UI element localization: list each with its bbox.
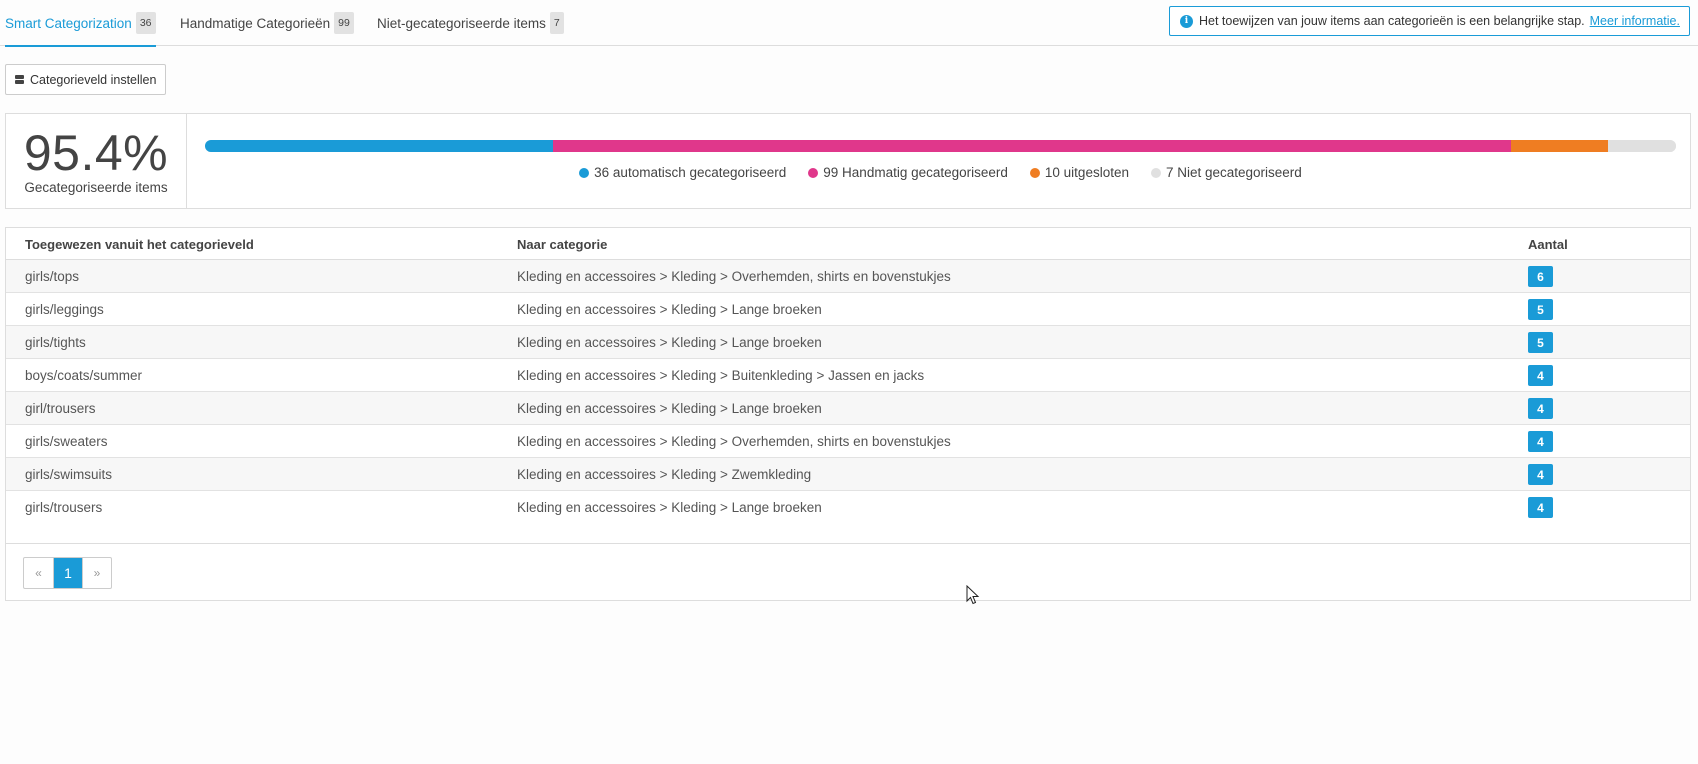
pagination-next[interactable]: »	[82, 558, 111, 588]
row-field: girls/trousers	[25, 500, 103, 515]
tab-label: Handmatige Categorieën	[180, 15, 331, 31]
progress-segment	[1511, 140, 1609, 152]
table-row[interactable]: girls/leggings Kleding en accessoires > …	[6, 293, 1690, 326]
mapping-table: Toegewezen vanuit het categorieveld Naar…	[5, 227, 1691, 601]
tab-count-badge: 99	[334, 12, 354, 34]
table-row[interactable]: girl/trousers Kleding en accessoires > K…	[6, 392, 1690, 425]
pagination: « 1 »	[23, 557, 112, 589]
row-category: Kleding en accessoires > Kleding > Overh…	[517, 269, 951, 284]
row-count-badge[interactable]: 4	[1528, 497, 1553, 518]
pagination-page-1[interactable]: 1	[53, 558, 82, 588]
legend-label: 10 uitgesloten	[1044, 165, 1129, 180]
button-label: Categorieveld instellen	[30, 72, 157, 87]
table-header: Toegewezen vanuit het categorieveld Naar…	[6, 228, 1690, 260]
info-banner: i Het toewijzen van jouw items aan categ…	[1169, 6, 1690, 36]
tab-label: Smart Categorization	[5, 15, 132, 31]
row-field: boys/coats/summer	[25, 368, 143, 383]
row-field: girl/trousers	[25, 401, 96, 416]
row-field: girls/tights	[25, 335, 86, 350]
tab-count-badge: 36	[135, 12, 156, 34]
categorized-label: Gecategoriseerde items	[24, 180, 168, 195]
row-category: Kleding en accessoires > Kleding > Overh…	[517, 434, 951, 449]
row-count-badge[interactable]: 4	[1528, 365, 1553, 386]
row-count-badge[interactable]: 5	[1528, 332, 1553, 353]
row-category: Kleding en accessoires > Kleding > Lange…	[517, 302, 822, 317]
categorization-stats: 95.4% Gecategoriseerde items 36 automati…	[5, 113, 1691, 209]
row-count-badge[interactable]: 6	[1528, 266, 1553, 287]
legend-item-excluded: 10 uitgesloten	[1029, 165, 1129, 180]
row-count-badge[interactable]: 5	[1528, 299, 1553, 320]
categorized-percentage: 95.4%	[23, 125, 169, 181]
legend-dot	[579, 167, 590, 178]
legend-dot	[808, 167, 819, 178]
header-count: Aantal	[1528, 237, 1568, 252]
legend-dot	[1029, 167, 1040, 178]
tab-smart-categorization[interactable]: Smart Categorization 36	[5, 0, 156, 47]
progress-segment	[553, 140, 1512, 152]
progress-segment	[205, 140, 554, 152]
header-field: Toegewezen vanuit het categorieveld	[25, 237, 254, 252]
tab-count-badge: 7	[549, 12, 564, 34]
table-row[interactable]: girls/trousers Kleding en accessoires > …	[6, 491, 1690, 524]
legend-label: 7 Niet gecategoriseerd	[1165, 165, 1302, 180]
row-category: Kleding en accessoires > Kleding > Lange…	[517, 401, 822, 416]
row-field: girls/sweaters	[25, 434, 108, 449]
info-icon: i	[1180, 14, 1193, 28]
legend-item-auto: 36 automatisch gecategoriseerd	[579, 165, 786, 180]
table-row[interactable]: boys/coats/summer Kleding en accessoires…	[6, 359, 1690, 392]
table-row[interactable]: girls/tights Kleding en accessoires > Kl…	[6, 326, 1690, 359]
info-text: Het toewijzen van jouw items aan categor…	[1199, 14, 1585, 28]
row-field: girls/leggings	[25, 302, 104, 317]
progress-bar	[205, 140, 1676, 152]
row-category: Kleding en accessoires > Kleding > Lange…	[517, 335, 822, 350]
row-category: Kleding en accessoires > Kleding > Zwemk…	[517, 467, 812, 482]
row-category: Kleding en accessoires > Kleding > Buite…	[517, 368, 925, 383]
progress-segment	[1608, 140, 1676, 152]
table-row[interactable]: girls/sweaters Kleding en accessoires > …	[6, 425, 1690, 458]
row-field: girls/swimsuits	[25, 467, 113, 482]
header-category: Naar categorie	[517, 237, 608, 252]
tab-label: Niet-gecategoriseerde items	[377, 15, 546, 31]
list-icon	[15, 74, 24, 85]
tab-uncategorized-items[interactable]: Niet-gecategoriseerde items 7	[377, 0, 564, 46]
legend-label: 99 Handmatig gecategoriseerd	[823, 165, 1008, 180]
more-info-link[interactable]: Meer informatie.	[1590, 14, 1680, 28]
table-row[interactable]: girls/swimsuits Kleding en accessoires >…	[6, 458, 1690, 491]
progress-legend: 36 automatisch gecategoriseerd 99 Handma…	[205, 165, 1676, 180]
table-footer-divider	[6, 543, 1690, 544]
legend-label: 36 automatisch gecategoriseerd	[594, 165, 787, 180]
row-field: girls/tops	[25, 269, 80, 284]
percentage-panel: 95.4% Gecategoriseerde items	[6, 114, 187, 208]
tab-manual-categories[interactable]: Handmatige Categorieën 99	[180, 0, 354, 46]
legend-dot	[1150, 167, 1161, 178]
table-row[interactable]: girls/tops Kleding en accessoires > Kled…	[6, 260, 1690, 293]
row-count-badge[interactable]: 4	[1528, 464, 1553, 485]
legend-item-uncategorized: 7 Niet gecategoriseerd	[1150, 165, 1302, 180]
mouse-cursor-icon	[966, 585, 980, 605]
row-category: Kleding en accessoires > Kleding > Lange…	[517, 500, 822, 515]
set-category-field-button[interactable]: Categorieveld instellen	[5, 64, 167, 95]
legend-item-manual: 99 Handmatig gecategoriseerd	[808, 165, 1008, 180]
row-count-badge[interactable]: 4	[1528, 398, 1553, 419]
pagination-prev[interactable]: «	[24, 558, 53, 588]
row-count-badge[interactable]: 4	[1528, 431, 1553, 452]
